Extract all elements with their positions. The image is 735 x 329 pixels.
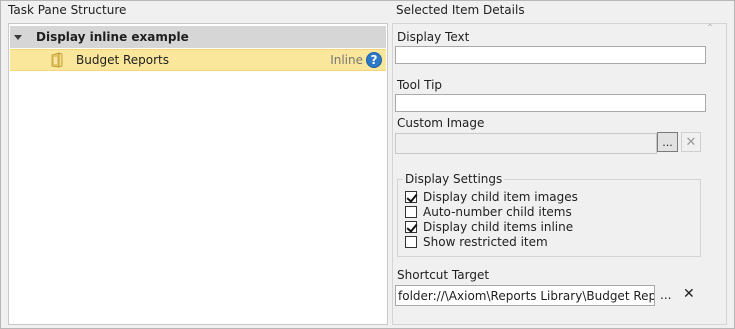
shortcut-browse-button[interactable]: ... [660,288,671,302]
checkbox-unchecked[interactable] [405,206,417,218]
custom-image-field[interactable] [395,133,657,154]
custom-image-clear-button[interactable]: ✕ [681,132,701,152]
checkbox-checked[interactable] [405,221,417,233]
shortcut-clear-close-icon[interactable]: ✕ [683,286,695,302]
shortcut-target-label: Shortcut Target [397,268,490,282]
option-display-child-item-images[interactable]: Display child item images [405,190,578,204]
shortcut-target-input[interactable]: folder://\Axiom\Reports Library\Budget R… [395,285,655,306]
display-text-label: Display Text [397,30,470,44]
custom-image-label: Custom Image [397,116,485,130]
option-auto-number-child-items[interactable]: Auto-number child items [405,205,572,219]
folder-icon [50,52,72,68]
option-display-child-items-inline[interactable]: Display child items inline [405,220,573,234]
option-show-restricted-item[interactable]: Show restricted item [405,235,548,249]
tree-item-budget-reports[interactable]: Budget Reports Inline ? [10,49,386,71]
option-label: Auto-number child items [423,205,572,219]
checkbox-unchecked[interactable] [405,236,417,248]
right-panel-title: Selected Item Details [395,3,526,17]
scroll-up-chevron-icon[interactable]: ⌃ [704,22,716,34]
inline-badge: Inline [330,53,363,67]
option-label: Show restricted item [423,235,548,249]
tool-tip-label: Tool Tip [397,78,443,92]
option-label: Display child items inline [423,220,574,234]
close-icon: ✕ [685,134,697,150]
help-icon[interactable]: ? [366,52,382,68]
tree-group-label: Display inline example [36,30,189,44]
task-pane-tree[interactable]: Display inline example Budget Reports In… [8,23,388,325]
collapse-triangle-icon[interactable] [14,34,22,40]
custom-image-browse-button[interactable]: ... [657,132,678,152]
display-settings-title: Display Settings [403,172,505,186]
checkbox-checked[interactable] [405,191,417,203]
tree-item-label: Budget Reports [76,53,170,67]
tool-tip-input[interactable] [395,94,706,112]
display-text-input[interactable] [395,46,706,64]
option-label: Display child item images [423,190,578,204]
left-panel-title: Task Pane Structure [7,3,128,17]
tree-group-row[interactable]: Display inline example [10,26,386,48]
